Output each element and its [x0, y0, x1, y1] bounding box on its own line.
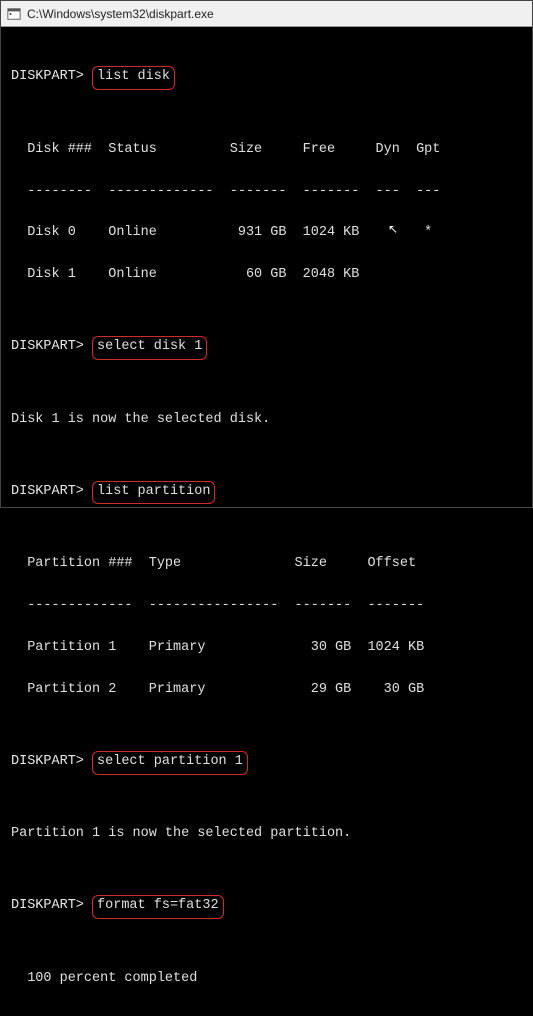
cmd-select-disk: select disk 1 — [92, 336, 207, 360]
app-icon — [7, 7, 21, 21]
list-partition-divider: ------------- ---------------- ------- -… — [11, 596, 522, 617]
terminal-output[interactable]: DISKPART> list disk Disk ### Status Size… — [1, 27, 532, 1016]
list-disk-divider: -------- ------------- ------- ------- -… — [11, 182, 522, 203]
msg-partition-selected: Partition 1 is now the selected partitio… — [11, 824, 522, 845]
cmd-list-partition: list partition — [92, 481, 215, 505]
cmd-format: format fs=fat32 — [92, 895, 224, 919]
window-titlebar[interactable]: C:\Windows\system32\diskpart.exe — [1, 1, 532, 27]
list-disk-header: Disk ### Status Size Free Dyn Gpt — [11, 140, 522, 161]
list-partition-row: Partition 2 Primary 29 GB 30 GB — [11, 680, 522, 701]
cmd-select-partition: select partition 1 — [92, 751, 248, 775]
msg-disk-selected: Disk 1 is now the selected disk. — [11, 410, 522, 431]
list-disk-row: Disk 0 Online 931 GB 1024 KB * — [11, 223, 522, 244]
msg-progress: 100 percent completed — [11, 969, 522, 990]
prompt: DISKPART> — [11, 898, 84, 913]
cmd-list-disk: list disk — [92, 66, 175, 90]
cmd-window: C:\Windows\system32\diskpart.exe DISKPAR… — [0, 0, 533, 508]
prompt: DISKPART> — [11, 339, 84, 354]
list-partition-header: Partition ### Type Size Offset — [11, 554, 522, 575]
prompt: DISKPART> — [11, 484, 84, 499]
list-partition-row: Partition 1 Primary 30 GB 1024 KB — [11, 638, 522, 659]
list-disk-row: Disk 1 Online 60 GB 2048 KB — [11, 265, 522, 286]
prompt: DISKPART> — [11, 754, 84, 769]
prompt: DISKPART> — [11, 69, 84, 84]
window-title: C:\Windows\system32\diskpart.exe — [27, 7, 214, 21]
